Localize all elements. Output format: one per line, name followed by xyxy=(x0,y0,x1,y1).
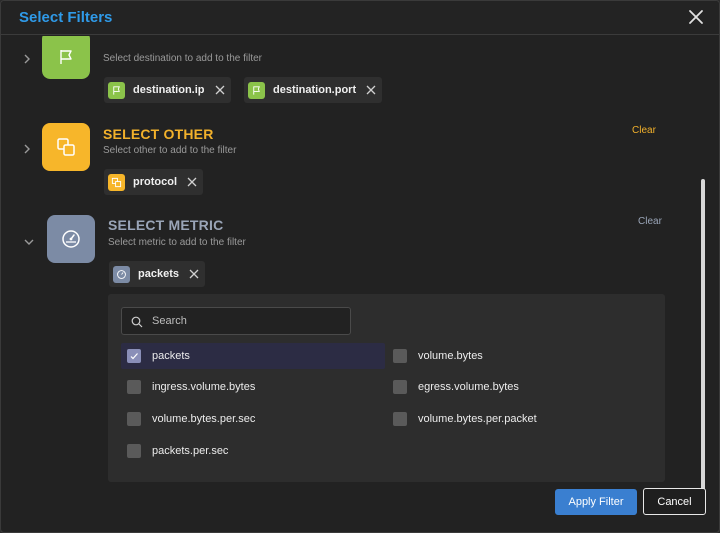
metric-subtitle: Select metric to add to the filter xyxy=(108,237,246,248)
gauge-icon xyxy=(113,265,130,283)
option-ingress-volume-bytes[interactable]: ingress.volume.bytes xyxy=(121,374,385,400)
select-filters-dialog: Select Filters Select destination to add… xyxy=(0,0,720,533)
remove-chip-icon[interactable] xyxy=(187,177,197,187)
checkbox[interactable] xyxy=(127,380,141,394)
chevron-right-icon[interactable] xyxy=(21,143,33,155)
remove-chip-icon[interactable] xyxy=(366,85,376,95)
chip-destination-ip: destination.ip xyxy=(104,77,231,103)
option-label: volume.bytes.per.packet xyxy=(418,413,537,425)
scrollbar[interactable] xyxy=(701,179,705,507)
chevron-down-icon[interactable] xyxy=(23,236,35,248)
other-subtitle: Select other to add to the filter xyxy=(103,145,237,156)
destination-section-icon xyxy=(42,36,90,79)
gauge-icon xyxy=(62,230,80,248)
checkbox[interactable] xyxy=(393,412,407,426)
destination-subtitle: Select destination to add to the filter xyxy=(103,53,262,64)
remove-chip-icon[interactable] xyxy=(215,85,225,95)
option-label: volume.bytes xyxy=(418,350,483,362)
option-label: packets.per.sec xyxy=(152,445,229,457)
flag-icon xyxy=(108,81,125,99)
other-section-icon xyxy=(42,123,90,171)
other-title: SELECT OTHER xyxy=(103,126,214,142)
checkbox[interactable] xyxy=(127,444,141,458)
section-destination: Select destination to add to the filter … xyxy=(1,1,701,111)
chip-label: packets xyxy=(138,268,179,280)
checkbox[interactable] xyxy=(127,349,141,363)
option-label: packets xyxy=(152,350,190,362)
checkbox[interactable] xyxy=(393,349,407,363)
clear-metric-link[interactable]: Clear xyxy=(638,216,662,227)
metric-picker: packets volume.bytes ingress.volume.byte… xyxy=(108,294,665,482)
chip-label: protocol xyxy=(133,176,177,188)
option-volume-bytes-per-sec[interactable]: volume.bytes.per.sec xyxy=(121,406,385,432)
search-icon xyxy=(131,316,143,328)
metric-title: SELECT METRIC xyxy=(108,217,224,233)
chip-label: destination.port xyxy=(273,84,357,96)
option-label: volume.bytes.per.sec xyxy=(152,413,256,425)
option-label: ingress.volume.bytes xyxy=(152,381,256,393)
chevron-right-icon[interactable] xyxy=(21,53,33,65)
chip-protocol: protocol xyxy=(104,169,203,195)
apply-filter-button[interactable]: Apply Filter xyxy=(555,489,637,515)
option-volume-bytes[interactable]: volume.bytes xyxy=(387,343,651,369)
cancel-button[interactable]: Cancel xyxy=(643,488,706,515)
remove-chip-icon[interactable] xyxy=(189,269,199,279)
checkmark-icon xyxy=(130,353,138,360)
metric-section-icon xyxy=(47,215,95,263)
chip-destination-port: destination.port xyxy=(244,77,383,103)
option-label: egress.volume.bytes xyxy=(418,381,519,393)
clear-other-link[interactable]: Clear xyxy=(632,125,656,136)
option-packets[interactable]: packets xyxy=(121,343,385,369)
chip-label: destination.ip xyxy=(133,84,205,96)
copy-icon xyxy=(57,138,75,156)
checkbox[interactable] xyxy=(393,380,407,394)
copy-icon xyxy=(108,173,125,191)
option-egress-volume-bytes[interactable]: egress.volume.bytes xyxy=(387,374,651,400)
option-packets-per-sec[interactable]: packets.per.sec xyxy=(121,438,385,464)
flag-icon xyxy=(60,50,72,64)
search-box xyxy=(121,307,351,335)
search-input[interactable] xyxy=(152,312,342,330)
chip-packets: packets xyxy=(109,261,205,287)
checkbox[interactable] xyxy=(127,412,141,426)
flag-icon xyxy=(248,81,265,99)
section-other: SELECT OTHER Select other to add to the … xyxy=(1,111,701,201)
option-volume-bytes-per-packet[interactable]: volume.bytes.per.packet xyxy=(387,406,651,432)
